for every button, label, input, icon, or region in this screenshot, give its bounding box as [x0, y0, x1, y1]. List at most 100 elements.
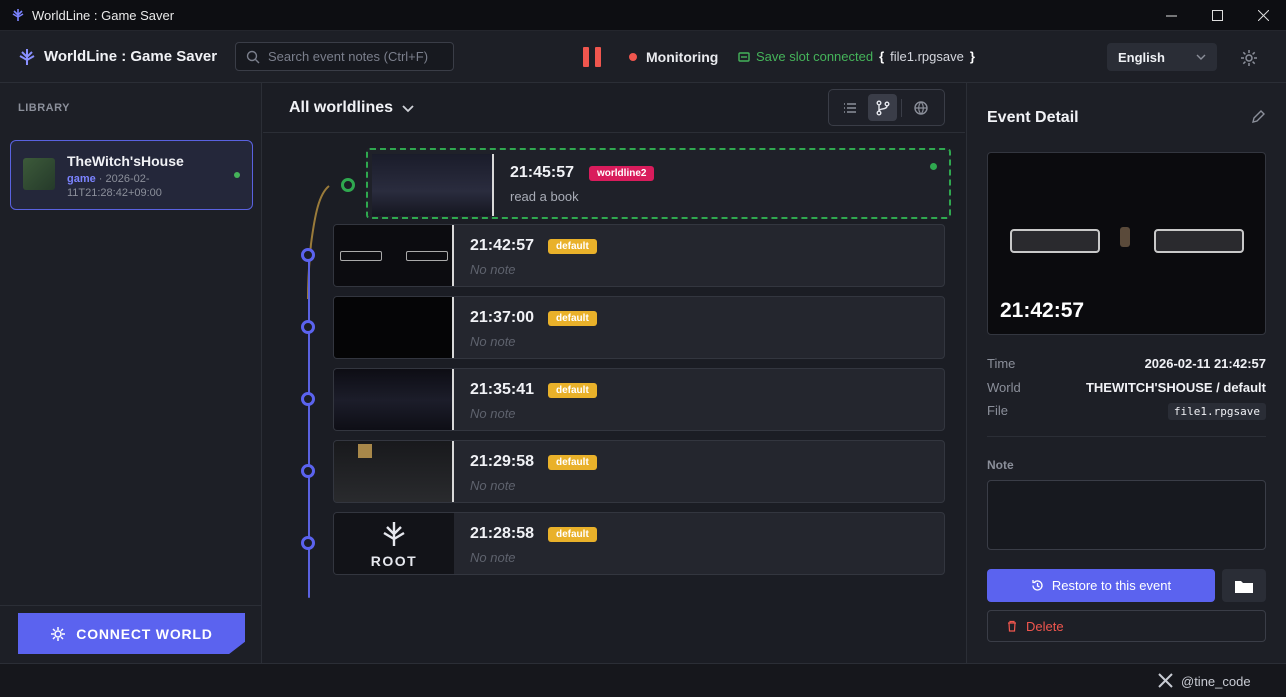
game-tag: game — [67, 173, 96, 185]
app-logo-icon — [10, 7, 26, 23]
root-thumbnail: ROOT — [334, 513, 454, 574]
slot-file-name: file1.rpgsave — [890, 49, 964, 64]
world-value: THEWITCH'SHOUSE / default — [1085, 380, 1266, 395]
save-slot-status: Save slot connected { file1.rpgsave } — [738, 49, 981, 64]
edit-pencil-icon[interactable] — [1250, 109, 1266, 125]
event-time: 21:37:00 — [470, 309, 535, 326]
social-handle[interactable]: @tine_code — [1181, 674, 1251, 689]
monitoring-label: Monitoring — [646, 49, 719, 65]
timeline-node[interactable] — [301, 464, 315, 478]
detail-divider — [987, 436, 1266, 437]
language-select[interactable]: English — [1107, 43, 1217, 71]
note-label: Note — [987, 458, 1014, 472]
trash-icon — [1008, 620, 1016, 632]
worldline-badge: default — [548, 239, 597, 254]
event-detail-panel: Event Detail 21:42:57 Time 2026-02-11 21… — [966, 83, 1286, 663]
worldline-badge: default — [548, 455, 597, 470]
world-row: World THEWITCH'SHOUSE / default — [987, 380, 1266, 395]
open-folder-button[interactable] — [1222, 569, 1266, 602]
file-row: File file1.rpgsave — [987, 403, 1266, 420]
restore-label: Restore to this event — [1051, 578, 1172, 593]
file-label: File — [987, 403, 1008, 418]
list-view-icon[interactable] — [835, 94, 864, 121]
library-header: LIBRARY — [0, 83, 261, 132]
view-switcher — [828, 89, 945, 126]
event-thumbnail — [334, 225, 454, 286]
delete-button[interactable]: Delete — [987, 610, 1266, 642]
pause-button[interactable] — [583, 47, 601, 67]
worldline-selector[interactable]: All worldlines — [289, 99, 393, 117]
note-textarea[interactable] — [987, 480, 1266, 550]
active-dot-icon — [234, 172, 240, 178]
event-card[interactable]: 21:37:00 default No note — [333, 296, 945, 359]
timeline-header: All worldlines — [263, 83, 965, 133]
globe-view-icon[interactable] — [906, 94, 935, 121]
detail-title: Event Detail — [987, 109, 1079, 126]
footer: @tine_code — [0, 663, 1286, 697]
slot-status-label: Save slot connected — [756, 49, 874, 64]
close-button[interactable] — [1240, 0, 1286, 31]
game-name: TheWitch'sHouse — [67, 153, 184, 169]
event-time: 21:42:57 — [470, 237, 535, 254]
root-label: ROOT — [370, 552, 418, 569]
file-value: file1.rpgsave — [1167, 403, 1266, 420]
current-dot-icon — [930, 163, 937, 170]
minimize-button[interactable] — [1148, 0, 1194, 31]
time-row: Time 2026-02-11 21:42:57 — [987, 356, 1266, 371]
event-time: 21:28:58 — [470, 525, 535, 542]
event-tree: 21:45:57 worldline2 read a book 21:42:57… — [263, 134, 965, 663]
chevron-down-icon[interactable] — [401, 101, 415, 115]
sidebar-divider — [0, 605, 262, 606]
recording-dot-icon — [629, 53, 637, 61]
event-time: 21:35:41 — [470, 381, 535, 398]
window-title: WorldLine : Game Saver — [32, 7, 175, 23]
root-logo-icon — [383, 521, 405, 546]
x-logo-icon[interactable] — [1158, 673, 1173, 688]
maximize-button[interactable] — [1194, 0, 1240, 31]
restore-button[interactable]: Restore to this event — [987, 569, 1215, 602]
event-preview: 21:42:57 — [987, 152, 1266, 335]
event-card[interactable]: 21:29:58 default No note — [333, 440, 945, 503]
event-thumbnail — [334, 369, 454, 430]
time-value: 2026-02-11 21:42:57 — [1144, 356, 1266, 371]
chevron-down-icon — [1196, 54, 1206, 60]
connect-world-button[interactable]: CONNECT WORLD — [18, 613, 245, 654]
slot-close-brace: } — [969, 49, 975, 64]
library-item[interactable]: TheWitch'sHouse game · 2026-02-11T21:28:… — [10, 140, 253, 210]
history-icon — [1032, 580, 1043, 591]
worldline-badge: default — [548, 383, 597, 398]
event-time: 21:29:58 — [470, 453, 535, 470]
library-title: LIBRARY — [18, 101, 70, 114]
worldline-badge: default — [548, 527, 597, 542]
event-card[interactable]: ROOT 21:28:58 default No note — [333, 512, 945, 575]
event-card[interactable]: 21:45:57 worldline2 read a book — [366, 148, 951, 219]
preview-time: 21:42:57 — [1000, 299, 1085, 322]
plug-icon — [51, 626, 66, 641]
timeline-node[interactable] — [301, 392, 315, 406]
slot-open-brace: { — [879, 49, 885, 64]
settings-gear-icon[interactable] — [1239, 48, 1259, 68]
game-meta: game · 2026-02-11T21:28:42+09:00 — [67, 172, 227, 200]
monitoring-status: Monitoring — [629, 49, 718, 65]
event-thumbnail — [334, 441, 454, 502]
timeline-node[interactable] — [301, 248, 315, 262]
time-label: Time — [987, 356, 1016, 371]
save-slot-icon — [738, 51, 750, 62]
event-card[interactable]: 21:42:57 default No note — [333, 224, 945, 287]
search-icon — [246, 50, 260, 63]
worldline-badge: default — [548, 311, 597, 326]
library-sidebar: LIBRARY TheWitch'sHouse game · 2026-02-1… — [0, 83, 262, 663]
event-card[interactable]: 21:35:41 default No note — [333, 368, 945, 431]
timeline-node[interactable] — [301, 320, 315, 334]
event-note: No note — [470, 478, 516, 493]
app-header: WorldLine : Game Saver Search event note… — [0, 31, 1286, 83]
event-note: No note — [470, 262, 516, 277]
timeline-node[interactable] — [301, 536, 315, 550]
search-input[interactable]: Search event notes (Ctrl+F) — [235, 42, 454, 71]
branch-view-icon[interactable] — [868, 94, 897, 121]
event-time: 21:45:57 — [510, 164, 575, 181]
timeline-node[interactable] — [341, 178, 355, 192]
language-value: English — [1118, 49, 1165, 65]
game-thumbnail — [23, 158, 55, 190]
brand-name: WorldLine : Game Saver — [44, 48, 218, 65]
